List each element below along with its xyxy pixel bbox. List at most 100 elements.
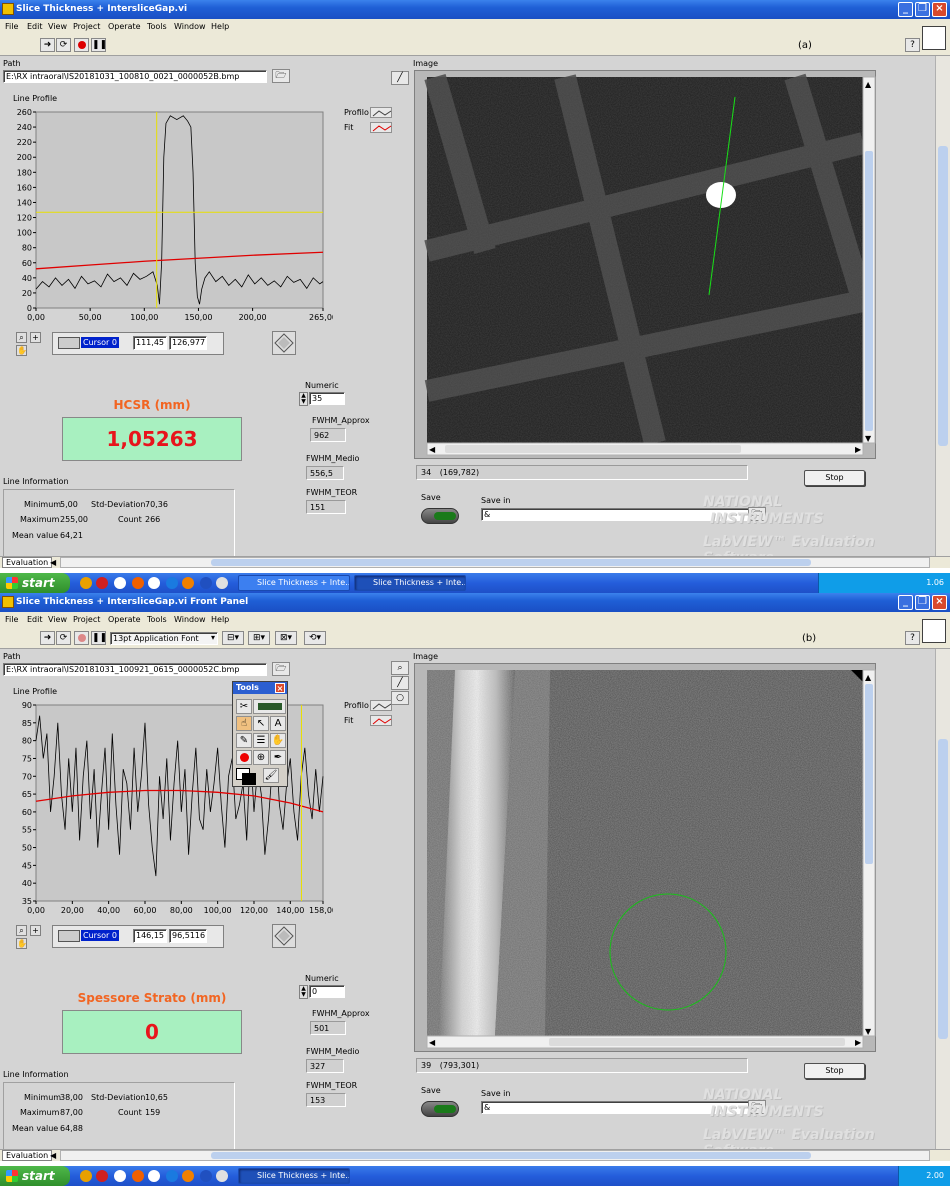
font-select[interactable]: 13pt Application Font ▾	[110, 632, 218, 645]
menu-view[interactable]: View	[48, 22, 67, 31]
pause-icon[interactable]: ❚❚	[91, 38, 107, 52]
xray-image[interactable]: ▲ ▼ ◀ ▶	[415, 664, 877, 1053]
image-display[interactable]: ▲ ▼ ◀ ▶	[414, 663, 876, 1052]
numeric-stepper[interactable]: ▲ ▼	[299, 985, 308, 999]
browse-folder-icon[interactable]: 🗁	[272, 662, 290, 676]
menu-project[interactable]: Project	[73, 22, 100, 31]
panel-vscroll[interactable]	[935, 56, 950, 556]
line-tool-icon[interactable]: ╱	[391, 676, 409, 690]
save-toggle[interactable]	[421, 1101, 459, 1117]
cursor-move-icon[interactable]	[272, 331, 296, 355]
run-continuous-icon[interactable]: ⟳	[56, 631, 71, 645]
start-button[interactable]: start	[0, 1166, 70, 1186]
restore-button[interactable]: ❐	[915, 595, 930, 610]
quicklaunch-icon-2[interactable]	[96, 1170, 108, 1182]
cursor-move-icon[interactable]	[272, 924, 296, 948]
quicklaunch-icon-9[interactable]	[216, 1170, 228, 1182]
zoom-tool-icon[interactable]: ⌕	[391, 661, 409, 675]
align-objects-icon[interactable]: ⊟▾	[222, 631, 244, 645]
menu-operate[interactable]: Operate	[108, 22, 141, 31]
operate-hand-icon[interactable]: ☝	[236, 716, 252, 731]
menu-tools[interactable]: Tools	[147, 22, 167, 31]
cursor-y-field[interactable]: 126,977	[169, 336, 207, 350]
evaluation-tab[interactable]: Evaluation	[2, 1150, 53, 1161]
zoom-icon[interactable]: ⌕	[16, 332, 27, 343]
minimize-button[interactable]: _	[898, 595, 913, 610]
pan-hand-icon[interactable]: ✋	[16, 938, 27, 949]
crosshair-icon[interactable]: +	[30, 332, 41, 343]
paint-brush-icon[interactable]: 🖌	[263, 768, 279, 783]
cursor-style-icon[interactable]	[58, 930, 80, 942]
auto-tool-icon[interactable]: ✂	[236, 699, 252, 714]
legend-fit-swatch[interactable]	[370, 715, 392, 726]
quicklaunch-icon-4[interactable]	[132, 1170, 144, 1182]
panel-hscroll[interactable]	[60, 1150, 930, 1161]
menu-edit[interactable]: Edit	[27, 615, 43, 624]
close-button[interactable]: ×	[932, 2, 947, 17]
legend-profile-swatch[interactable]	[370, 107, 392, 118]
restore-button[interactable]: ❐	[915, 2, 930, 17]
close-icon[interactable]: ×	[275, 683, 285, 693]
zoom-icon[interactable]: ⌕	[16, 925, 27, 936]
menu-operate[interactable]: Operate	[108, 615, 141, 624]
vi-icon[interactable]	[922, 26, 946, 50]
menu-window[interactable]: Window	[174, 615, 206, 624]
start-button[interactable]: start	[0, 573, 70, 593]
legend-fit-swatch[interactable]	[370, 122, 392, 133]
quicklaunch-icon-7[interactable]	[182, 1170, 194, 1182]
color-swatch-icon[interactable]	[236, 768, 258, 786]
stop-button[interactable]: Stop	[804, 1063, 865, 1079]
taskbar-task-2[interactable]: Slice Thickness + Inte...	[354, 575, 466, 591]
cursor-style-icon[interactable]	[58, 337, 80, 349]
position-arrow-icon[interactable]: ↖	[253, 716, 269, 731]
menu-edit[interactable]: Edit	[27, 22, 43, 31]
abort-icon[interactable]	[74, 38, 89, 52]
vi-icon[interactable]	[922, 619, 946, 643]
wire-tool-icon[interactable]: ✎	[236, 733, 252, 748]
quicklaunch-icon-8[interactable]	[200, 577, 212, 589]
menu-window[interactable]: Window	[174, 22, 206, 31]
quicklaunch-icon-1[interactable]	[80, 1170, 92, 1182]
path-input[interactable]: E:\RX intraoral\IS20181031_100921_0615_0…	[3, 663, 267, 676]
quicklaunch-icon-6[interactable]	[166, 577, 178, 589]
evaluation-tab[interactable]: Evaluation	[2, 557, 53, 568]
menu-help[interactable]: Help	[211, 22, 229, 31]
menu-tools[interactable]: Tools	[147, 615, 167, 624]
scroll-hand-icon[interactable]: ✋	[270, 733, 286, 748]
breakpoint-icon[interactable]	[236, 750, 252, 765]
run-arrow-icon[interactable]: ➜	[40, 631, 55, 645]
distribute-objects-icon[interactable]: ⊞▾	[248, 631, 270, 645]
crosshair-icon[interactable]: +	[30, 925, 41, 936]
scroll-left-icon[interactable]: ◀	[50, 1151, 56, 1160]
line-profile-chart[interactable]: 0 20 40 60 80 100 120 140 160 180 200 220 240 260 0,00…	[8, 108, 333, 328]
title-bar[interactable]: Slice Thickness + IntersliceGap.vi _ ❐ ×	[0, 0, 950, 19]
menu-help[interactable]: Help	[211, 615, 229, 624]
panel-hscroll[interactable]	[60, 557, 930, 568]
text-tool-icon[interactable]: A	[270, 716, 286, 731]
cursor-y-field[interactable]: 96,5116	[169, 929, 207, 943]
numeric-input[interactable]: 0	[309, 985, 345, 998]
quicklaunch-icon-5[interactable]	[148, 577, 160, 589]
quicklaunch-icon-1[interactable]	[80, 577, 92, 589]
reorder-icon[interactable]: ⟲▾	[304, 631, 326, 645]
quicklaunch-icon-7[interactable]	[182, 577, 194, 589]
menu-file[interactable]: File	[5, 22, 18, 31]
color-picker-icon[interactable]: ✒	[270, 750, 286, 765]
run-arrow-icon[interactable]: ➜	[40, 38, 55, 52]
quicklaunch-icon-5[interactable]	[148, 1170, 160, 1182]
run-continuous-icon[interactable]: ⟳	[56, 38, 71, 52]
browse-folder-icon[interactable]: 🗁	[272, 69, 290, 83]
shortcut-menu-icon[interactable]: ☰	[253, 733, 269, 748]
quicklaunch-icon-9[interactable]	[216, 577, 228, 589]
pause-icon[interactable]: ❚❚	[91, 631, 107, 645]
path-input[interactable]: E:\RX intraoral\IS20181031_100810_0021_0…	[3, 70, 267, 83]
resize-objects-icon[interactable]: ⊠▾	[275, 631, 297, 645]
quicklaunch-icon-6[interactable]	[166, 1170, 178, 1182]
probe-icon[interactable]: ⊕	[253, 750, 269, 765]
abort-icon[interactable]	[74, 631, 89, 645]
pan-hand-icon[interactable]: ✋	[16, 345, 27, 356]
menu-file[interactable]: File	[5, 615, 18, 624]
numeric-stepper[interactable]: ▲ ▼	[299, 392, 308, 406]
save-toggle[interactable]	[421, 508, 459, 524]
auto-select-led-icon[interactable]	[253, 699, 286, 714]
